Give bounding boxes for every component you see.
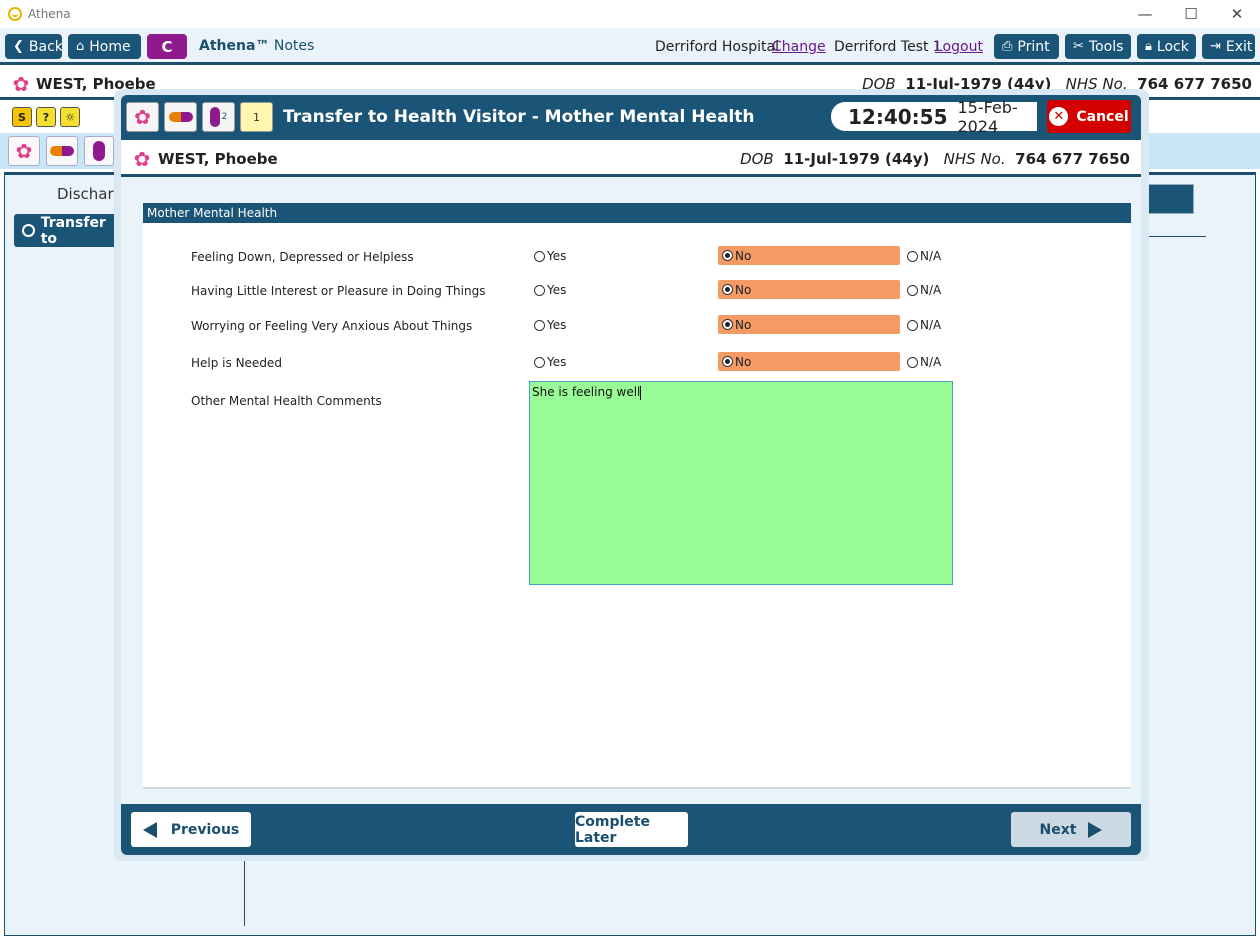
change-hospital-link[interactable]: Change	[772, 39, 826, 55]
comments-label: Other Mental Health Comments	[191, 394, 382, 408]
clock-date: 15-Feb-2024	[957, 97, 1018, 136]
text-caret	[640, 385, 642, 400]
exit-button[interactable]: ⇥ Exit	[1202, 34, 1255, 59]
window-titlebar: Athena — ☐ ✕	[0, 0, 1260, 28]
complete-later-button[interactable]: Complete Later	[575, 812, 688, 847]
medication-pill-icon[interactable]	[46, 136, 78, 166]
patient-dob-nhs: DOB 11-Jul-1979 (44y) NHS No. 764 677 76…	[740, 150, 1130, 168]
section-title: Mother Mental Health	[143, 203, 1131, 223]
female-flower-icon: ✿	[12, 72, 30, 96]
radio-icon	[907, 284, 918, 296]
help-icon[interactable]: ?	[36, 107, 56, 127]
chevron-left-icon: ❮	[13, 39, 24, 54]
status-s-icon[interactable]: S	[12, 107, 32, 127]
tools-button[interactable]: ✂ Tools	[1065, 34, 1131, 59]
option-no-selected[interactable]: No	[718, 280, 900, 299]
exit-icon: ⇥	[1210, 39, 1221, 54]
background-divider-vertical	[244, 858, 245, 926]
question-label: Feeling Down, Depressed or Helpless	[191, 250, 414, 264]
mental-health-panel: Mother Mental Health Feeling Down, Depre…	[143, 203, 1131, 789]
main-toolbar: ❮ Back ⌂ Home C Athena™ Notes Derriford …	[0, 28, 1260, 65]
back-button[interactable]: ❮ Back	[5, 34, 63, 59]
baby-icon[interactable]	[84, 136, 114, 166]
home-icon: ⌂	[76, 39, 85, 54]
printer-icon: ⎙	[1002, 39, 1013, 54]
baby-icon[interactable]: 2	[202, 102, 235, 132]
option-na[interactable]: N/A	[907, 318, 941, 332]
option-na[interactable]: N/A	[907, 355, 941, 369]
c-button[interactable]: C	[147, 34, 187, 59]
option-na[interactable]: N/A	[907, 283, 941, 297]
radio-icon	[907, 319, 918, 331]
notes-icon[interactable]: 1	[240, 102, 273, 132]
previous-button[interactable]: Previous	[131, 812, 251, 847]
transfer-modal: ✿ 2 1 Transfer to Health Visitor - Mothe…	[121, 95, 1141, 855]
medication-pill-icon[interactable]	[164, 102, 197, 132]
modal-patient-banner: ✿ WEST, Phoebe DOB 11-Jul-1979 (44y) NHS…	[121, 140, 1141, 177]
radio-checked-icon	[722, 319, 733, 330]
comments-textarea[interactable]: She is feeling well	[529, 381, 953, 585]
logout-link[interactable]: Logout	[935, 39, 983, 55]
background-divider	[1140, 236, 1206, 237]
brand-label: Athena™ Notes	[199, 38, 315, 54]
patient-name: WEST, Phoebe	[158, 150, 278, 168]
athena-logo-icon	[8, 7, 22, 21]
maximize-icon[interactable]: ☐	[1168, 0, 1214, 28]
question-label: Help is Needed	[191, 356, 282, 370]
radio-icon	[534, 356, 545, 368]
radio-checked-icon	[722, 250, 733, 261]
cancel-button[interactable]: ✕ Cancel	[1047, 100, 1131, 133]
arrow-left-icon	[142, 821, 157, 838]
radio-checked-icon	[722, 284, 733, 295]
background-transfer-item[interactable]: Transfer to	[14, 214, 124, 247]
window-controls: — ☐ ✕	[1122, 0, 1260, 28]
hospital-name: Derriford Hospital	[655, 39, 780, 55]
close-icon: ✕	[1049, 107, 1069, 126]
option-yes[interactable]: Yes	[534, 249, 566, 263]
lock-icon: 🔒︎	[1145, 39, 1152, 54]
modal-footer: Previous Complete Later Next	[121, 804, 1141, 855]
radio-icon	[22, 224, 35, 237]
radio-icon	[534, 250, 545, 262]
lock-button[interactable]: 🔒︎ Lock	[1137, 34, 1196, 59]
option-yes[interactable]: Yes	[534, 355, 566, 369]
user-name: Derriford Test 1	[834, 39, 942, 55]
modal-header: ✿ 2 1 Transfer to Health Visitor - Mothe…	[121, 95, 1141, 140]
radio-icon	[534, 284, 545, 296]
settings-icon[interactable]: ☼	[60, 107, 80, 127]
female-flower-icon[interactable]: ✿	[8, 136, 40, 166]
print-button[interactable]: ⎙ Print	[994, 34, 1059, 59]
radio-icon	[907, 250, 918, 262]
option-na[interactable]: N/A	[907, 249, 941, 263]
tools-icon: ✂	[1073, 39, 1084, 54]
option-no-selected[interactable]: No	[718, 315, 900, 334]
radio-checked-icon	[722, 356, 733, 367]
clock-time: 12:40:55	[848, 104, 948, 129]
home-button[interactable]: ⌂ Home	[68, 34, 141, 59]
radio-icon	[907, 356, 918, 368]
question-label: Worrying or Feeling Very Anxious About T…	[191, 319, 473, 333]
arrow-right-icon	[1088, 821, 1103, 838]
modal-body: Mother Mental Health Feeling Down, Depre…	[121, 177, 1141, 804]
option-yes[interactable]: Yes	[534, 318, 566, 332]
modal-clock: 12:40:55 15-Feb-2024	[831, 98, 1037, 136]
option-no-selected[interactable]: No	[718, 246, 900, 265]
window-title: Athena	[28, 7, 71, 21]
option-yes[interactable]: Yes	[534, 283, 566, 297]
female-flower-icon[interactable]: ✿	[126, 102, 159, 132]
next-button[interactable]: Next	[1011, 812, 1131, 847]
modal-title: Transfer to Health Visitor - Mother Ment…	[283, 107, 755, 127]
radio-icon	[534, 319, 545, 331]
minimize-icon[interactable]: —	[1122, 0, 1168, 28]
female-flower-icon: ✿	[133, 147, 151, 171]
close-icon[interactable]: ✕	[1214, 0, 1260, 28]
option-no-selected[interactable]: No	[718, 352, 900, 371]
question-label: Having Little Interest or Pleasure in Do…	[191, 284, 486, 298]
